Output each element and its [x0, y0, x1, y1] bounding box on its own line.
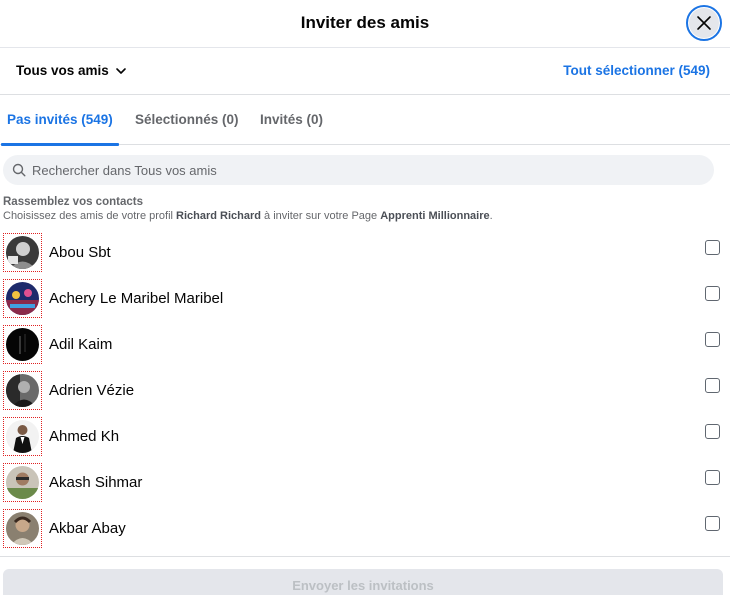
send-invitations-button[interactable]: Envoyer les invitations: [3, 569, 723, 595]
friends-filter-label: Tous vos amis: [16, 63, 109, 78]
friend-name: Adrien Vézie: [49, 382, 135, 399]
invite-tabs: Pas invités (549) Sélectionnés (0) Invit…: [0, 95, 730, 146]
friend-row[interactable]: Akash Sihmar: [0, 459, 730, 505]
friends-filter-dropdown[interactable]: Tous vos amis: [16, 63, 127, 78]
avatar: [6, 466, 39, 499]
avatar-frame: [3, 371, 42, 410]
avatar-frame: [3, 417, 42, 456]
avatar-frame: [3, 509, 42, 548]
avatar: [6, 236, 39, 269]
friend-checkbox[interactable]: [705, 286, 720, 301]
avatar: [6, 374, 39, 407]
page-name: Apprenti Millionnaire: [380, 210, 490, 222]
avatar: [6, 512, 39, 545]
avatar: [6, 282, 39, 315]
friend-checkbox[interactable]: [705, 240, 720, 255]
search-icon: [12, 163, 26, 177]
friend-name: Ahmed Kh: [49, 428, 120, 445]
avatar: [6, 328, 39, 361]
friend-row[interactable]: Ahmed Kh: [0, 413, 730, 459]
friend-row[interactable]: Akbar Abay: [0, 505, 730, 551]
dialog-title: Inviter des amis: [300, 13, 430, 32]
info-text: Choisissez des amis de votre profil Rich…: [3, 210, 493, 222]
friend-row[interactable]: Achery Le Maribel Maribel: [0, 275, 730, 321]
footer-divider: [0, 556, 730, 557]
close-icon: [697, 16, 711, 30]
search-bar: [3, 155, 714, 185]
search-input[interactable]: [32, 162, 692, 178]
tab-not-invited[interactable]: Pas invités (549): [1, 95, 119, 146]
info-title: Rassemblez vos contacts: [3, 196, 143, 208]
avatar-frame: [3, 279, 42, 318]
friend-checkbox[interactable]: [705, 424, 720, 439]
invite-info: Rassemblez vos contacts Choisissez des a…: [3, 196, 493, 223]
profile-name: Richard Richard: [176, 210, 261, 222]
friend-name: Achery Le Maribel Maribel: [49, 290, 224, 307]
friend-name: Akash Sihmar: [49, 474, 143, 491]
filter-row: Tous vos amis Tout sélectionner (549): [0, 48, 730, 95]
friend-list: Abou Sbt Achery Le Maribel Maribel Adil …: [0, 229, 730, 555]
friend-row[interactable]: Adil Kaim: [0, 321, 730, 367]
avatar-frame: [3, 325, 42, 364]
friend-row[interactable]: Adrien Vézie: [0, 367, 730, 413]
select-all-link[interactable]: Tout sélectionner (549): [563, 63, 710, 78]
close-button[interactable]: [686, 5, 722, 41]
friend-checkbox[interactable]: [705, 332, 720, 347]
tab-invited[interactable]: Invités (0): [254, 95, 329, 145]
friend-name: Abou Sbt: [49, 244, 111, 261]
friend-checkbox[interactable]: [705, 378, 720, 393]
friend-row[interactable]: Abou Sbt: [0, 229, 730, 275]
dialog-header: Inviter des amis: [0, 0, 730, 48]
chevron-down-icon: [115, 68, 126, 74]
avatar-frame: [3, 233, 42, 272]
friend-name: Akbar Abay: [49, 520, 126, 537]
friend-checkbox[interactable]: [705, 516, 720, 531]
avatar-frame: [3, 463, 42, 502]
friend-checkbox[interactable]: [705, 470, 720, 485]
avatar: [6, 420, 39, 453]
tab-selected[interactable]: Sélectionnés (0): [129, 95, 245, 145]
friend-name: Adil Kaim: [49, 336, 113, 353]
